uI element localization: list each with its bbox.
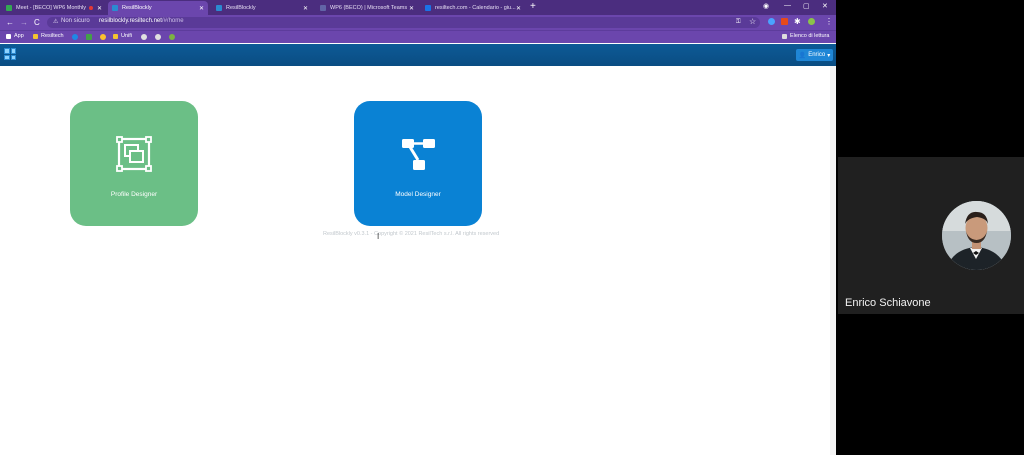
bookmark-unifi[interactable]: Unifi [113, 33, 132, 39]
url-host: resilblockly.resiltech.net [99, 18, 162, 24]
bookmark-icon[interactable] [72, 34, 78, 40]
key-icon[interactable]: ⚿ [736, 18, 741, 27]
tab-label: resiltech.com - Calendario - giu... [435, 5, 516, 11]
forward-button[interactable]: → [20, 18, 28, 27]
user-icon: 👤 [798, 52, 807, 59]
close-tab-icon[interactable]: ✕ [97, 5, 102, 12]
reading-list[interactable]: Elenco di lettura [782, 33, 829, 39]
extension-icon[interactable] [781, 18, 788, 25]
profile-designer-card[interactable]: Profile Designer [70, 101, 198, 226]
tab-resilblockly-active[interactable]: ResilBlockly ✕ [108, 1, 208, 15]
close-tab-icon[interactable]: ✕ [303, 5, 308, 12]
card-label: Model Designer [395, 191, 441, 198]
user-menu-button[interactable]: 👤 Enrico ▾ [796, 49, 833, 61]
bookmark-label: Unifi [121, 33, 133, 39]
bookmark-resiltech[interactable]: Resiltech [33, 33, 64, 39]
apps-grid-icon [6, 33, 11, 39]
menu-icon[interactable]: ⋮ [825, 17, 833, 26]
bookmark-label: App [14, 33, 24, 39]
extension-icon[interactable] [768, 18, 775, 25]
caret-down-icon: ▾ [827, 52, 831, 59]
bookmark-icon[interactable] [169, 34, 175, 40]
tab-label: ResilBlockly [122, 5, 152, 11]
minimize-button[interactable]: — [784, 2, 791, 9]
reading-list-icon [782, 33, 787, 39]
bookmark-label: Resiltech [41, 33, 64, 39]
new-tab-button[interactable]: + [530, 2, 536, 12]
profile-avatar-icon[interactable] [808, 18, 815, 25]
tab-meet[interactable]: Meet - [BECO] WP6 Monthly ✕ [2, 1, 106, 15]
scrollbar[interactable] [830, 66, 836, 455]
calendar-icon [425, 5, 431, 11]
resilblockly-icon [216, 5, 222, 11]
folder-icon [33, 33, 38, 39]
bookmark-apps[interactable]: App [6, 33, 24, 39]
browser-window: Meet - [BECO] WP6 Monthly ✕ ResilBlockly… [0, 0, 836, 455]
copyright-footer: ResilBlockly v0.3.1 - Copyright © 2021 R… [323, 231, 500, 237]
back-button[interactable]: ← [6, 18, 14, 27]
star-icon[interactable]: ☆ [749, 17, 756, 26]
warning-icon[interactable]: ⚠ [53, 18, 58, 25]
resilblockly-logo[interactable] [4, 48, 16, 60]
close-tab-icon[interactable]: ✕ [516, 5, 521, 12]
close-tab-icon[interactable]: ✕ [199, 5, 204, 12]
model-designer-card[interactable]: Model Designer [354, 101, 482, 226]
close-window-button[interactable]: ✕ [822, 2, 828, 10]
app-navbar [0, 44, 836, 66]
reading-list-label: Elenco di lettura [790, 33, 830, 39]
recording-icon [89, 6, 93, 10]
tab-label: WP6 (BECO) | Microsoft Teams [330, 5, 408, 11]
tab-label: Meet - [BECO] WP6 Monthly [16, 5, 86, 11]
microsoft-teams-icon [320, 5, 326, 11]
profile-designer-icon [116, 136, 152, 172]
tab-calendar[interactable]: resiltech.com - Calendario - giu... ✕ [421, 1, 525, 15]
participant-name: Enrico Schiavone [845, 297, 931, 309]
tab-search-icon[interactable]: ◉ [763, 2, 769, 10]
close-tab-icon[interactable]: ✕ [409, 5, 414, 12]
participant-photo [942, 201, 1011, 270]
extensions-icon[interactable]: ✱ [794, 17, 801, 26]
participant-avatar [942, 201, 1011, 270]
tab-resilblockly[interactable]: ResilBlockly ✕ [212, 1, 312, 15]
tab-label: ResilBlockly [226, 5, 256, 11]
drive-icon[interactable] [100, 34, 106, 40]
reload-button[interactable]: C [34, 18, 40, 27]
text-cursor-icon: I [377, 232, 380, 241]
url-text[interactable]: resilblockly.resiltech.net/#/home [99, 18, 184, 24]
maximize-button[interactable]: ▢ [803, 2, 810, 10]
resilblockly-icon [112, 5, 118, 11]
user-name: Enrico [808, 52, 826, 58]
url-path: /#/home [161, 18, 184, 24]
bookmark-icon[interactable] [141, 34, 147, 40]
tab-teams[interactable]: WP6 (BECO) | Microsoft Teams ✕ [316, 1, 418, 15]
model-designer-icon [402, 139, 435, 170]
security-label[interactable]: Non sicuro [61, 18, 90, 24]
bookmark-icon[interactable] [86, 34, 92, 40]
folder-icon [113, 33, 118, 39]
card-label: Profile Designer [110, 191, 158, 198]
google-meet-icon [6, 5, 12, 11]
screen: Meet - [BECO] WP6 Monthly ✕ ResilBlockly… [0, 0, 1024, 455]
bookmark-icon[interactable] [155, 34, 161, 40]
